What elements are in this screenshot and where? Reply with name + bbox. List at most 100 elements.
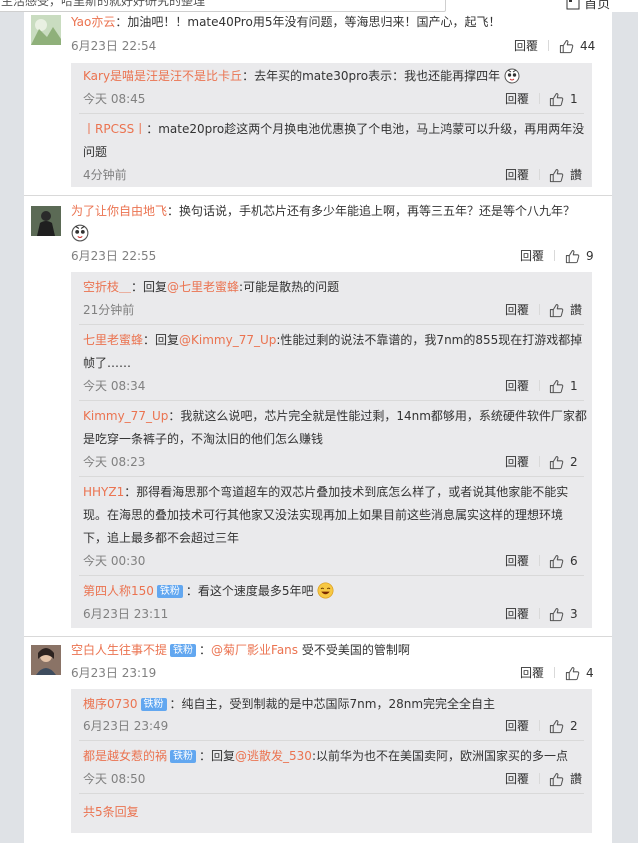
emoticon-icon (71, 224, 89, 245)
reply-text: HHYZ1：那得看海思那个弯道超车的双芯片叠加技术到底怎么样了，或者说其他家能不… (83, 485, 569, 499)
like-button[interactable]: 讚 (549, 167, 582, 183)
comment-text: 为了让你自由地飞：换句话说，手机芯片还有多少年能追上啊，再等三五年？还是等个八九… (71, 204, 576, 218)
username-link[interactable]: Kimmy_77_Up (83, 409, 168, 423)
divider (539, 93, 540, 104)
comment-list: Yao亦云：加油吧！！mate40Pro用5年没有问题，等海思归来！国产心，起飞… (24, 12, 612, 843)
like-count: 1 (570, 92, 578, 106)
reply-divider (79, 113, 584, 114)
like-button[interactable]: 44 (559, 38, 595, 54)
like-count: 讚 (570, 168, 583, 182)
reply-button[interactable]: 回覆 (505, 454, 529, 470)
home-link[interactable]: 首页 (566, 0, 610, 12)
mention-link[interactable]: @逃散发_530 (235, 749, 312, 763)
reply-text-continued: 帧了…… (83, 356, 132, 370)
fan-badge: 铁粉 (156, 585, 183, 598)
thumbs-up-icon (549, 303, 564, 318)
reply-text: 空折枝＿：回复@七里老蜜蜂:可能是散热的问题 (83, 280, 340, 294)
reply-text: 第四人称150 铁粉 ：看这个速度最多5年吧 (83, 582, 334, 600)
mention-link[interactable]: @七里老蜜蜂 (167, 280, 239, 294)
reply-time: 21分钟前 (83, 303, 135, 317)
reply-text-continued: 是吃穿一条裤子的，不淘汰旧的他们怎么赚钱 (83, 432, 324, 446)
thumbs-up-icon (565, 249, 580, 264)
home-icon (566, 0, 580, 10)
reply-divider (79, 575, 584, 576)
divider (554, 250, 555, 261)
thumbs-up-icon (549, 92, 564, 107)
search-input[interactable]: 生活感受，哈里斯的就好好研究的整理 (0, 0, 446, 12)
divider (539, 773, 540, 784)
reply-button[interactable]: 回覆 (520, 665, 544, 681)
reply-button[interactable]: 回覆 (514, 38, 538, 54)
username-link[interactable]: 第四人称150 (83, 584, 154, 598)
divider (539, 720, 540, 731)
username-link[interactable]: 都是越女惹的祸 (83, 749, 167, 763)
username-link[interactable]: Kary是喵是汪是汪不是比卡丘 (83, 69, 242, 83)
reply-button[interactable]: 回覆 (505, 167, 529, 183)
avatar[interactable] (31, 645, 61, 675)
mention-link[interactable]: @菊厂影业Fans (211, 643, 298, 657)
thumbs-up-icon (549, 379, 564, 394)
reply-text: 都是越女惹的祸 铁粉 ：回复@逃散发_530:以前华为也不在美国卖阿，欧洲国家买的多… (83, 749, 568, 763)
reply-button[interactable]: 回覆 (520, 248, 544, 264)
like-button[interactable]: 讚 (549, 771, 582, 787)
like-button[interactable]: 2 (549, 454, 578, 470)
like-button[interactable]: 4 (565, 665, 594, 681)
top-navigation-bar: 生活感受，哈里斯的就好好研究的整理 首页 (0, 0, 638, 12)
thumbs-up-icon (549, 455, 564, 470)
like-button[interactable]: 3 (549, 606, 578, 622)
username-link[interactable]: Yao亦云 (71, 15, 115, 29)
reply-text: 槐序0730 铁粉 ：纯自主，受到制裁的是中芯国际7nm，28nm完完全全自主 (83, 697, 496, 711)
divider (539, 304, 540, 315)
reply-button[interactable]: 回覆 (505, 302, 529, 318)
comment-time: 6月23日 23:19 (71, 666, 157, 680)
like-button[interactable]: 1 (549, 378, 578, 394)
reply-time: 今天 08:50 (83, 772, 146, 786)
username-link[interactable]: 空折枝＿ (83, 280, 131, 294)
more-replies-link[interactable]: 共5条回复 (83, 804, 139, 820)
reply-time: 今天 08:23 (83, 455, 146, 469)
username-link[interactable]: 槐序0730 (83, 697, 138, 711)
thumbs-up-icon (549, 719, 564, 734)
fan-badge: 铁粉 (170, 644, 197, 657)
reply-button[interactable]: 回覆 (505, 771, 529, 787)
thumbs-up-icon (549, 168, 564, 183)
comment-text: 空白人生往事不提 铁粉 ：@菊厂影业Fans 受不受美国的管制啊 (71, 643, 410, 657)
reply-time: 今天 00:30 (83, 554, 146, 568)
comment-time: 6月23日 22:55 (71, 249, 157, 263)
comment-time: 6月23日 22:54 (71, 39, 157, 53)
reply-divider (79, 400, 584, 401)
reply-text: Kary是喵是汪是汪不是比卡丘：去年买的mate30pro表示：我也还能再撑四年 (83, 67, 520, 85)
reply-button[interactable]: 回覆 (505, 378, 529, 394)
reply-time: 今天 08:45 (83, 92, 146, 106)
avatar[interactable] (31, 206, 61, 236)
avatar[interactable] (31, 15, 61, 45)
thumbs-up-icon (565, 666, 580, 681)
comment-divider (24, 195, 612, 196)
like-button[interactable]: 2 (549, 718, 578, 734)
reply-button[interactable]: 回覆 (505, 718, 529, 734)
username-link[interactable]: 七里老蜜蜂 (83, 333, 143, 347)
like-button[interactable]: 9 (565, 248, 594, 264)
divider (539, 169, 540, 180)
username-link[interactable]: 空白人生往事不提 (71, 643, 167, 657)
reply-button[interactable]: 回覆 (505, 553, 529, 569)
like-button[interactable]: 1 (549, 91, 578, 107)
like-button[interactable]: 讚 (549, 302, 582, 318)
username-link[interactable]: HHYZ1 (83, 485, 124, 499)
home-label: 首页 (584, 0, 611, 12)
reply-time: 6月23日 23:49 (83, 719, 169, 733)
thumbs-up-icon (559, 39, 574, 54)
like-button[interactable]: 6 (549, 553, 578, 569)
like-count: 6 (570, 554, 578, 568)
username-link[interactable]: 为了让你自由地飞 (71, 204, 167, 218)
like-count: 讚 (570, 303, 583, 317)
mention-link[interactable]: @Kimmy_77_Up (179, 333, 276, 347)
reply-button[interactable]: 回覆 (505, 91, 529, 107)
reply-divider (79, 793, 584, 794)
username-link[interactable]: 丨RPCSS丨 (83, 122, 146, 136)
thumbs-up-icon (549, 607, 564, 622)
like-count: 2 (570, 455, 578, 469)
like-count: 讚 (570, 772, 583, 786)
reply-time: 6月23日 23:11 (83, 607, 169, 621)
reply-button[interactable]: 回覆 (505, 606, 529, 622)
